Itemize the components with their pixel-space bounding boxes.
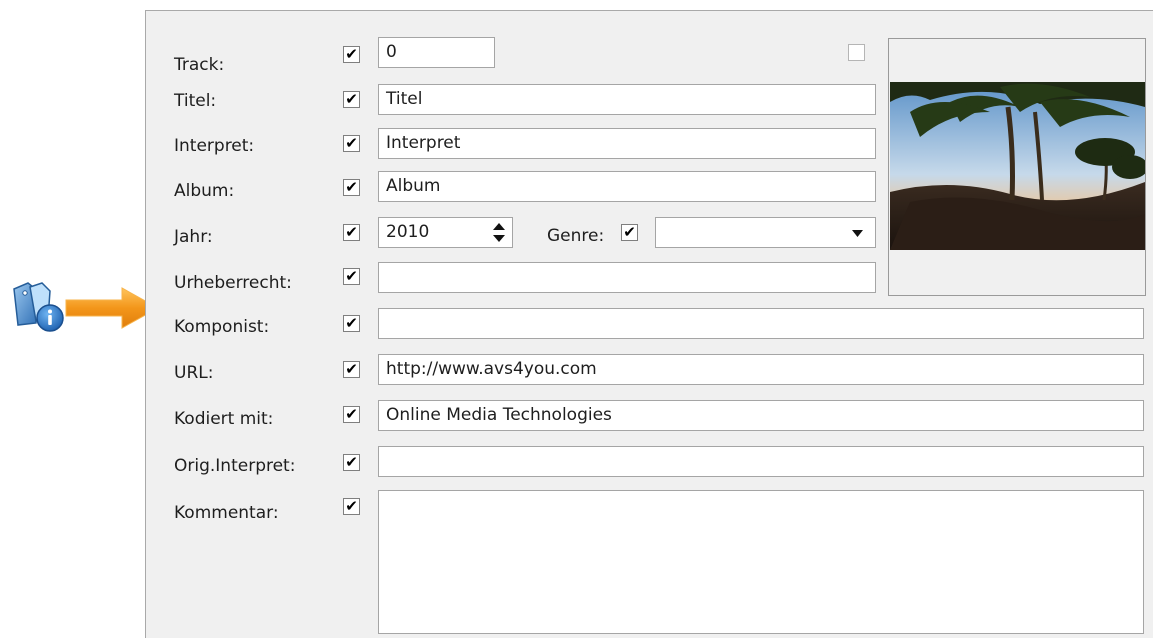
copyright-checkbox[interactable]: ✔ — [343, 268, 360, 285]
comment-textarea[interactable] — [378, 490, 1144, 634]
artist-label: Interpret: — [174, 136, 255, 156]
album-art-image — [890, 82, 1145, 250]
track-label: Track: — [174, 55, 225, 75]
year-stepper[interactable]: 2010 — [378, 217, 513, 248]
album-input[interactable]: Album — [378, 171, 876, 202]
orig-artist-checkbox[interactable]: ✔ — [343, 454, 360, 471]
encoded-by-label: Kodiert mit: — [174, 409, 274, 429]
title-input[interactable]: Titel — [378, 84, 876, 115]
year-checkbox[interactable]: ✔ — [343, 224, 360, 241]
album-checkbox[interactable]: ✔ — [343, 179, 360, 196]
chevron-down-icon — [852, 230, 863, 237]
url-input[interactable]: http://www.avs4you.com — [378, 354, 1144, 385]
encoded-by-checkbox[interactable]: ✔ — [343, 406, 360, 423]
track-input[interactable]: 0 — [378, 37, 495, 68]
comment-label: Kommentar: — [174, 503, 279, 523]
year-value: 2010 — [386, 222, 430, 242]
cover-checkbox[interactable] — [848, 44, 865, 61]
artist-input[interactable]: Interpret — [378, 128, 876, 159]
artist-checkbox[interactable]: ✔ — [343, 135, 360, 152]
year-label: Jahr: — [174, 227, 213, 247]
composer-label: Komponist: — [174, 317, 270, 337]
album-label: Album: — [174, 181, 235, 201]
orig-artist-input[interactable] — [378, 446, 1144, 477]
genre-checkbox[interactable]: ✔ — [621, 224, 638, 241]
composer-input[interactable] — [378, 308, 1144, 339]
album-art-frame[interactable] — [888, 38, 1146, 296]
orig-artist-label: Orig.Interpret: — [174, 456, 296, 476]
copyright-input[interactable] — [378, 262, 876, 293]
encoded-by-input[interactable]: Online Media Technologies — [378, 400, 1144, 431]
url-label: URL: — [174, 363, 214, 383]
genre-label: Genre: — [547, 226, 605, 246]
comment-checkbox[interactable]: ✔ — [343, 498, 360, 515]
spin-arrows-icon[interactable] — [492, 221, 506, 244]
title-checkbox[interactable]: ✔ — [343, 91, 360, 108]
track-checkbox[interactable]: ✔ — [343, 46, 360, 63]
tag-info-icon — [13, 282, 64, 332]
title-label: Titel: — [174, 91, 217, 111]
genre-dropdown[interactable] — [655, 217, 876, 248]
composer-checkbox[interactable]: ✔ — [343, 315, 360, 332]
copyright-label: Urheberrecht: — [174, 273, 292, 293]
url-checkbox[interactable]: ✔ — [343, 361, 360, 378]
